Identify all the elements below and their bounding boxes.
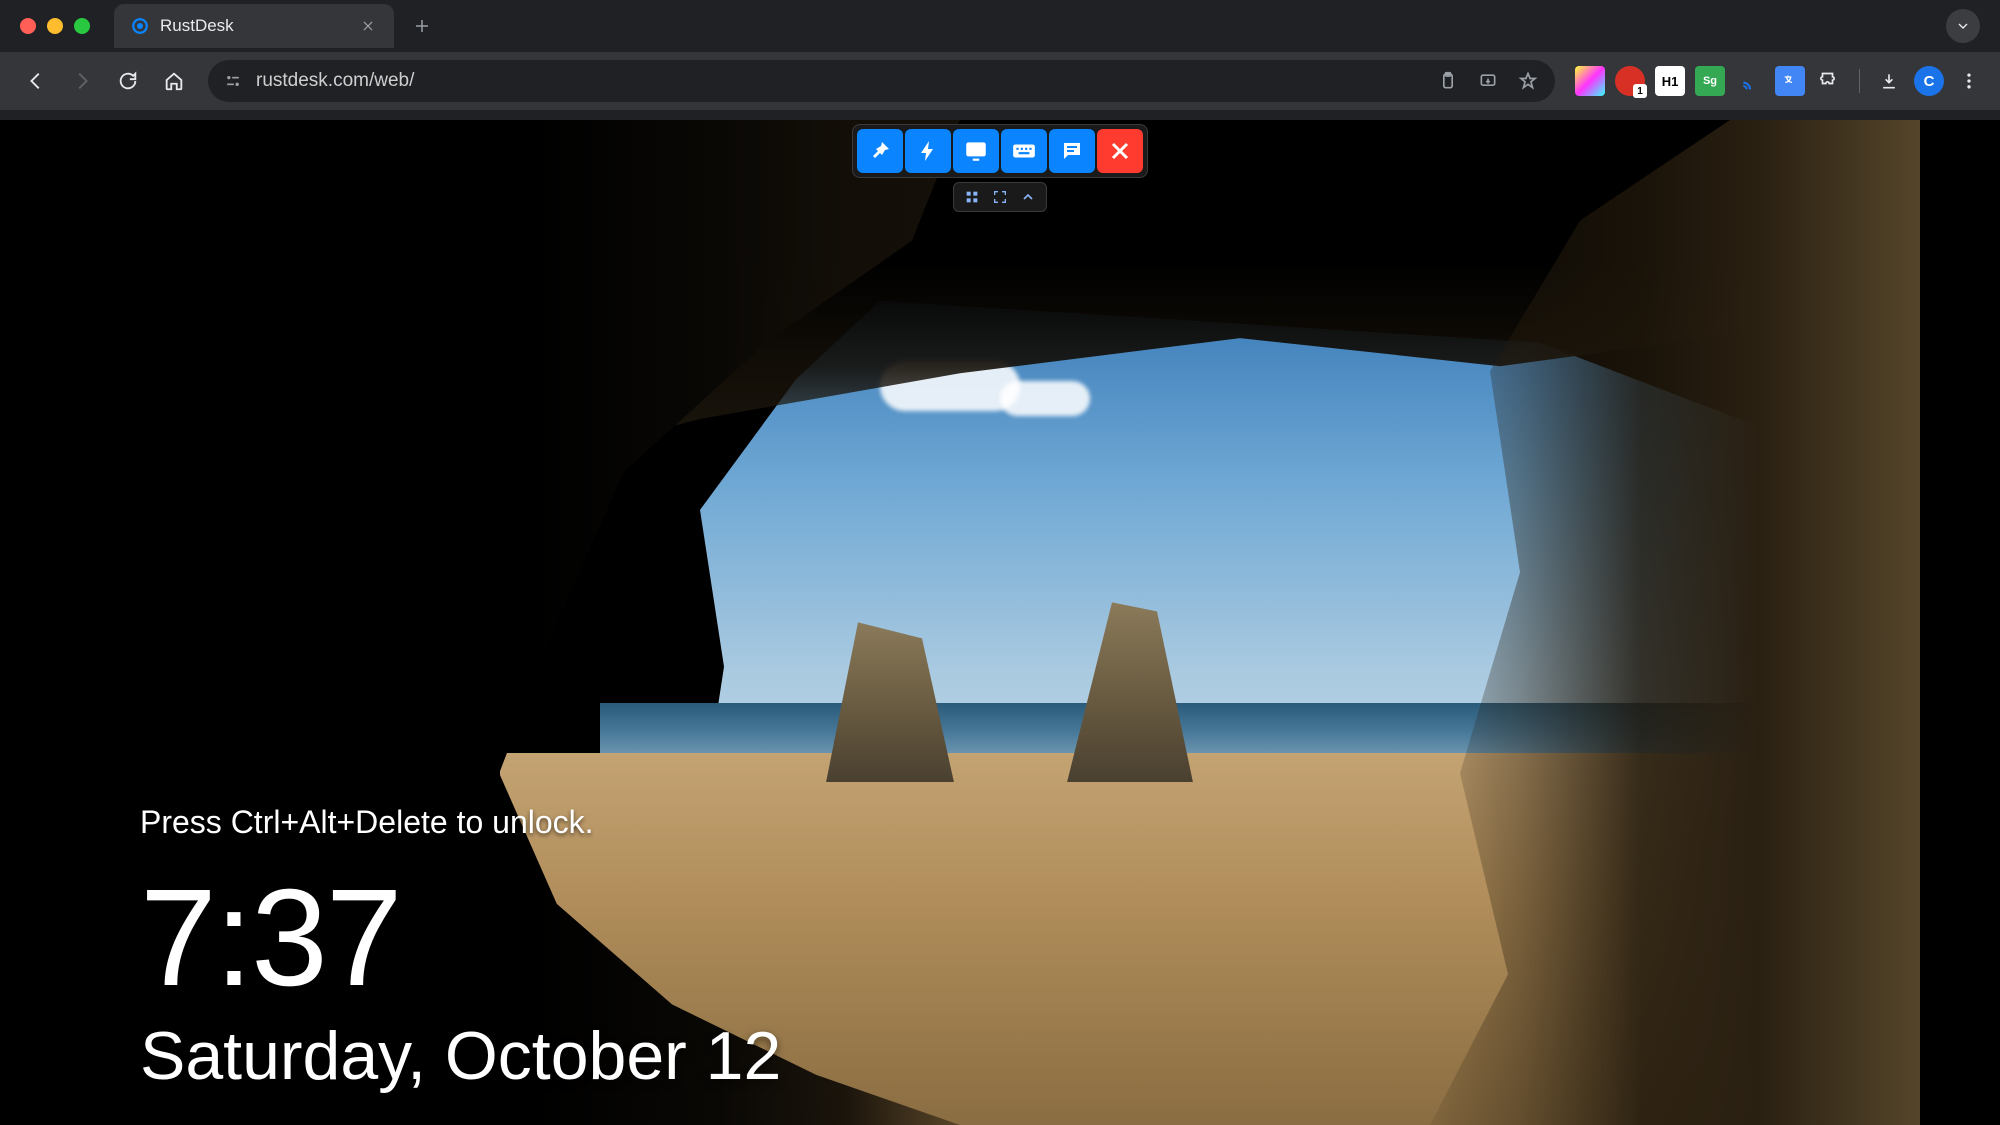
window-minimize-button[interactable]	[47, 18, 63, 34]
chat-button[interactable]	[1049, 129, 1095, 173]
extension-colorful-icon[interactable]	[1575, 66, 1605, 96]
downloads-icon[interactable]	[1874, 66, 1904, 96]
close-session-button[interactable]	[1097, 129, 1143, 173]
separator	[1859, 69, 1860, 93]
address-bar[interactable]: rustdesk.com/web/	[208, 60, 1555, 102]
actions-button[interactable]	[905, 129, 951, 173]
fullscreen-button[interactable]	[988, 186, 1012, 208]
clipboard-icon[interactable]	[1433, 66, 1463, 96]
extension-h1-icon[interactable]: H1	[1655, 66, 1685, 96]
tab-search-button[interactable]	[1946, 9, 1980, 43]
rustdesk-toolbar	[852, 124, 1148, 212]
install-app-icon[interactable]	[1473, 66, 1503, 96]
extension-sg-icon[interactable]: Sg	[1695, 66, 1725, 96]
remote-desktop-viewport[interactable]: Press Ctrl+Alt+Delete to unlock. 7:37 Sa…	[0, 120, 2000, 1125]
browser-chrome: RustDesk rus	[0, 0, 2000, 120]
new-tab-button[interactable]	[404, 8, 440, 44]
window-controls	[12, 18, 102, 34]
browser-toolbar: rustdesk.com/web/ H1 Sg	[0, 52, 2000, 110]
lock-screen-overlay: Press Ctrl+Alt+Delete to unlock. 7:37 Sa…	[140, 804, 781, 1095]
window-maximize-button[interactable]	[74, 18, 90, 34]
back-button[interactable]	[16, 61, 56, 101]
keyboard-button[interactable]	[1001, 129, 1047, 173]
tab-close-button[interactable]	[358, 16, 378, 36]
extensions-menu-icon[interactable]	[1815, 66, 1845, 96]
remote-screen: Press Ctrl+Alt+Delete to unlock. 7:37 Sa…	[0, 120, 2000, 1125]
extension-red-icon[interactable]	[1615, 66, 1645, 96]
extensions-row: H1 Sg C	[1569, 66, 1984, 96]
browser-tab[interactable]: RustDesk	[114, 4, 394, 48]
collapse-toolbar-button[interactable]	[1016, 186, 1040, 208]
lock-clock-date: Saturday, October 12	[140, 1017, 781, 1095]
home-button[interactable]	[154, 61, 194, 101]
tab-bar: RustDesk	[0, 0, 2000, 52]
unlock-hint: Press Ctrl+Alt+Delete to unlock.	[140, 804, 781, 841]
lock-clock-time: 7:37	[140, 869, 781, 1007]
forward-button[interactable]	[62, 61, 102, 101]
profile-avatar[interactable]: C	[1914, 66, 1944, 96]
window-close-button[interactable]	[20, 18, 36, 34]
display-button[interactable]	[953, 129, 999, 173]
browser-menu-icon[interactable]	[1954, 66, 1984, 96]
bookmark-icon[interactable]	[1513, 66, 1543, 96]
url-text: rustdesk.com/web/	[256, 70, 1423, 92]
site-settings-icon[interactable]	[220, 68, 246, 94]
extension-cast-icon[interactable]	[1735, 66, 1765, 96]
rustdesk-toolbar-secondary	[953, 182, 1047, 212]
tab-title: RustDesk	[160, 16, 348, 36]
extension-translate-icon[interactable]	[1775, 66, 1805, 96]
grid-view-button[interactable]	[960, 186, 984, 208]
rustdesk-favicon-icon	[130, 16, 150, 36]
rustdesk-toolbar-main	[852, 124, 1148, 178]
reload-button[interactable]	[108, 61, 148, 101]
pin-button[interactable]	[857, 129, 903, 173]
